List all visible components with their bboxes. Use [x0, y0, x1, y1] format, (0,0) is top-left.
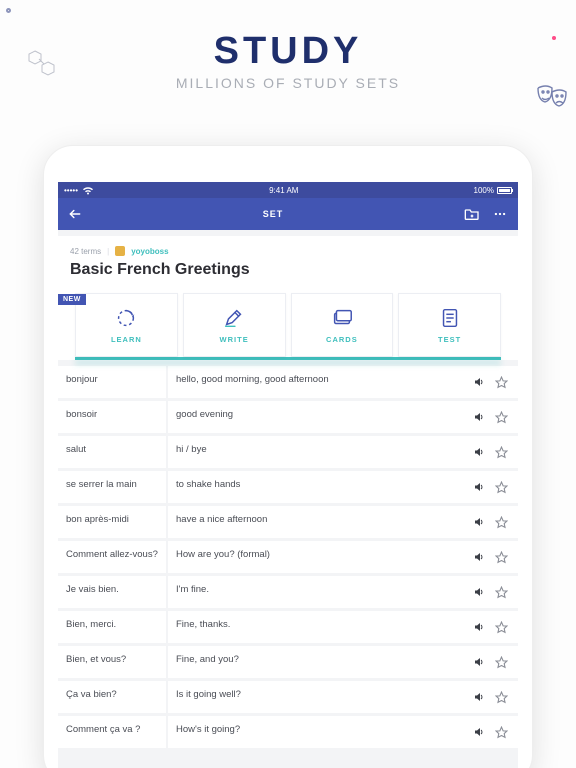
term-text: salut — [58, 436, 168, 468]
star-button[interactable] — [495, 376, 508, 389]
nav-bar: SET — [58, 198, 518, 230]
definition-text: have a nice afternoon — [168, 506, 473, 538]
battery-icon — [497, 187, 512, 194]
divider: | — [107, 247, 109, 256]
learn-icon — [114, 307, 138, 329]
term-text: bonsoir — [58, 401, 168, 433]
term-text: bon après-midi — [58, 506, 168, 538]
term-row[interactable]: bonsoirgood evening — [58, 401, 518, 433]
definition-text: good evening — [168, 401, 473, 433]
screen: ••••• 9:41 AM 100% SET — [58, 182, 518, 768]
mode-label: TEST — [438, 335, 461, 344]
term-text: Je vais bien. — [58, 576, 168, 608]
audio-button[interactable] — [473, 411, 485, 423]
set-header: 42 terms | yoyoboss Basic French Greetin… — [58, 236, 518, 360]
term-text: Bien, et vous? — [58, 646, 168, 678]
hero-title: STUDY — [0, 30, 576, 73]
term-row[interactable]: saluthi / bye — [58, 436, 518, 468]
mode-label: CARDS — [326, 335, 358, 344]
audio-button[interactable] — [473, 481, 485, 493]
mode-learn[interactable]: LEARN — [75, 293, 178, 357]
signal-dots: ••••• — [64, 186, 78, 195]
username[interactable]: yoyoboss — [131, 247, 168, 256]
set-title: Basic French Greetings — [70, 261, 506, 279]
star-button[interactable] — [495, 586, 508, 599]
battery-percent: 100% — [474, 186, 494, 195]
theater-masks-icon — [534, 80, 570, 116]
definition-text: I'm fine. — [168, 576, 473, 608]
term-row[interactable]: Ça va bien?Is it going well? — [58, 681, 518, 713]
star-button[interactable] — [495, 411, 508, 424]
mode-underline — [75, 357, 501, 360]
study-modes: LEARN WRITE CARDS — [70, 279, 506, 357]
audio-button[interactable] — [473, 726, 485, 738]
add-folder-button[interactable] — [464, 207, 480, 221]
audio-button[interactable] — [473, 621, 485, 633]
term-text: Bien, merci. — [58, 611, 168, 643]
star-button[interactable] — [495, 481, 508, 494]
star-button[interactable] — [495, 691, 508, 704]
term-row[interactable]: se serrer la mainto shake hands — [58, 471, 518, 503]
status-time: 9:41 AM — [94, 186, 474, 195]
definition-text: to shake hands — [168, 471, 473, 503]
terms-list: bonjourhello, good morning, good afterno… — [58, 366, 518, 748]
nav-title: SET — [82, 209, 464, 219]
hero-subtitle: MILLIONS OF STUDY SETS — [0, 75, 576, 91]
mode-cards[interactable]: CARDS — [291, 293, 394, 357]
audio-button[interactable] — [473, 586, 485, 598]
term-row[interactable]: bon après-midihave a nice afternoon — [58, 506, 518, 538]
star-button[interactable] — [495, 516, 508, 529]
terms-count: 42 terms — [70, 247, 101, 256]
term-row[interactable]: Comment allez-vous?How are you? (formal) — [58, 541, 518, 573]
term-row[interactable]: bonjourhello, good morning, good afterno… — [58, 366, 518, 398]
term-text: Comment allez-vous? — [58, 541, 168, 573]
new-badge: NEW — [58, 294, 86, 305]
definition-text: How are you? (formal) — [168, 541, 473, 573]
audio-button[interactable] — [473, 376, 485, 388]
star-button[interactable] — [495, 551, 508, 564]
audio-button[interactable] — [473, 516, 485, 528]
test-icon — [438, 307, 462, 329]
definition-text: How's it going? — [168, 716, 473, 748]
star-button[interactable] — [495, 621, 508, 634]
molecule-icon — [25, 45, 65, 85]
definition-text: hello, good morning, good afternoon — [168, 366, 473, 398]
more-button[interactable] — [492, 207, 508, 221]
term-text: Comment ça va ? — [58, 716, 168, 748]
audio-button[interactable] — [473, 656, 485, 668]
audio-button[interactable] — [473, 691, 485, 703]
write-icon — [222, 307, 246, 329]
definition-text: Fine, thanks. — [168, 611, 473, 643]
term-text: Ça va bien? — [58, 681, 168, 713]
definition-text: Fine, and you? — [168, 646, 473, 678]
term-text: se serrer la main — [58, 471, 168, 503]
back-button[interactable] — [68, 207, 82, 221]
mode-test[interactable]: TEST — [398, 293, 501, 357]
decoration-dot-blue — [6, 8, 11, 13]
star-button[interactable] — [495, 446, 508, 459]
avatar — [115, 246, 125, 256]
star-button[interactable] — [495, 656, 508, 669]
term-row[interactable]: Je vais bien.I'm fine. — [58, 576, 518, 608]
mode-write[interactable]: WRITE — [183, 293, 286, 357]
audio-button[interactable] — [473, 551, 485, 563]
term-row[interactable]: Comment ça va ?How's it going? — [58, 716, 518, 748]
cards-icon — [330, 307, 354, 329]
definition-text: Is it going well? — [168, 681, 473, 713]
tablet-frame: ••••• 9:41 AM 100% SET — [43, 145, 533, 768]
term-row[interactable]: Bien, merci.Fine, thanks. — [58, 611, 518, 643]
term-row[interactable]: Bien, et vous?Fine, and you? — [58, 646, 518, 678]
audio-button[interactable] — [473, 446, 485, 458]
term-text: bonjour — [58, 366, 168, 398]
decoration-dot-red — [552, 36, 556, 40]
star-button[interactable] — [495, 726, 508, 739]
mode-label: LEARN — [111, 335, 142, 344]
mode-label: WRITE — [220, 335, 249, 344]
status-bar: ••••• 9:41 AM 100% — [58, 182, 518, 198]
definition-text: hi / bye — [168, 436, 473, 468]
wifi-icon — [82, 186, 94, 195]
